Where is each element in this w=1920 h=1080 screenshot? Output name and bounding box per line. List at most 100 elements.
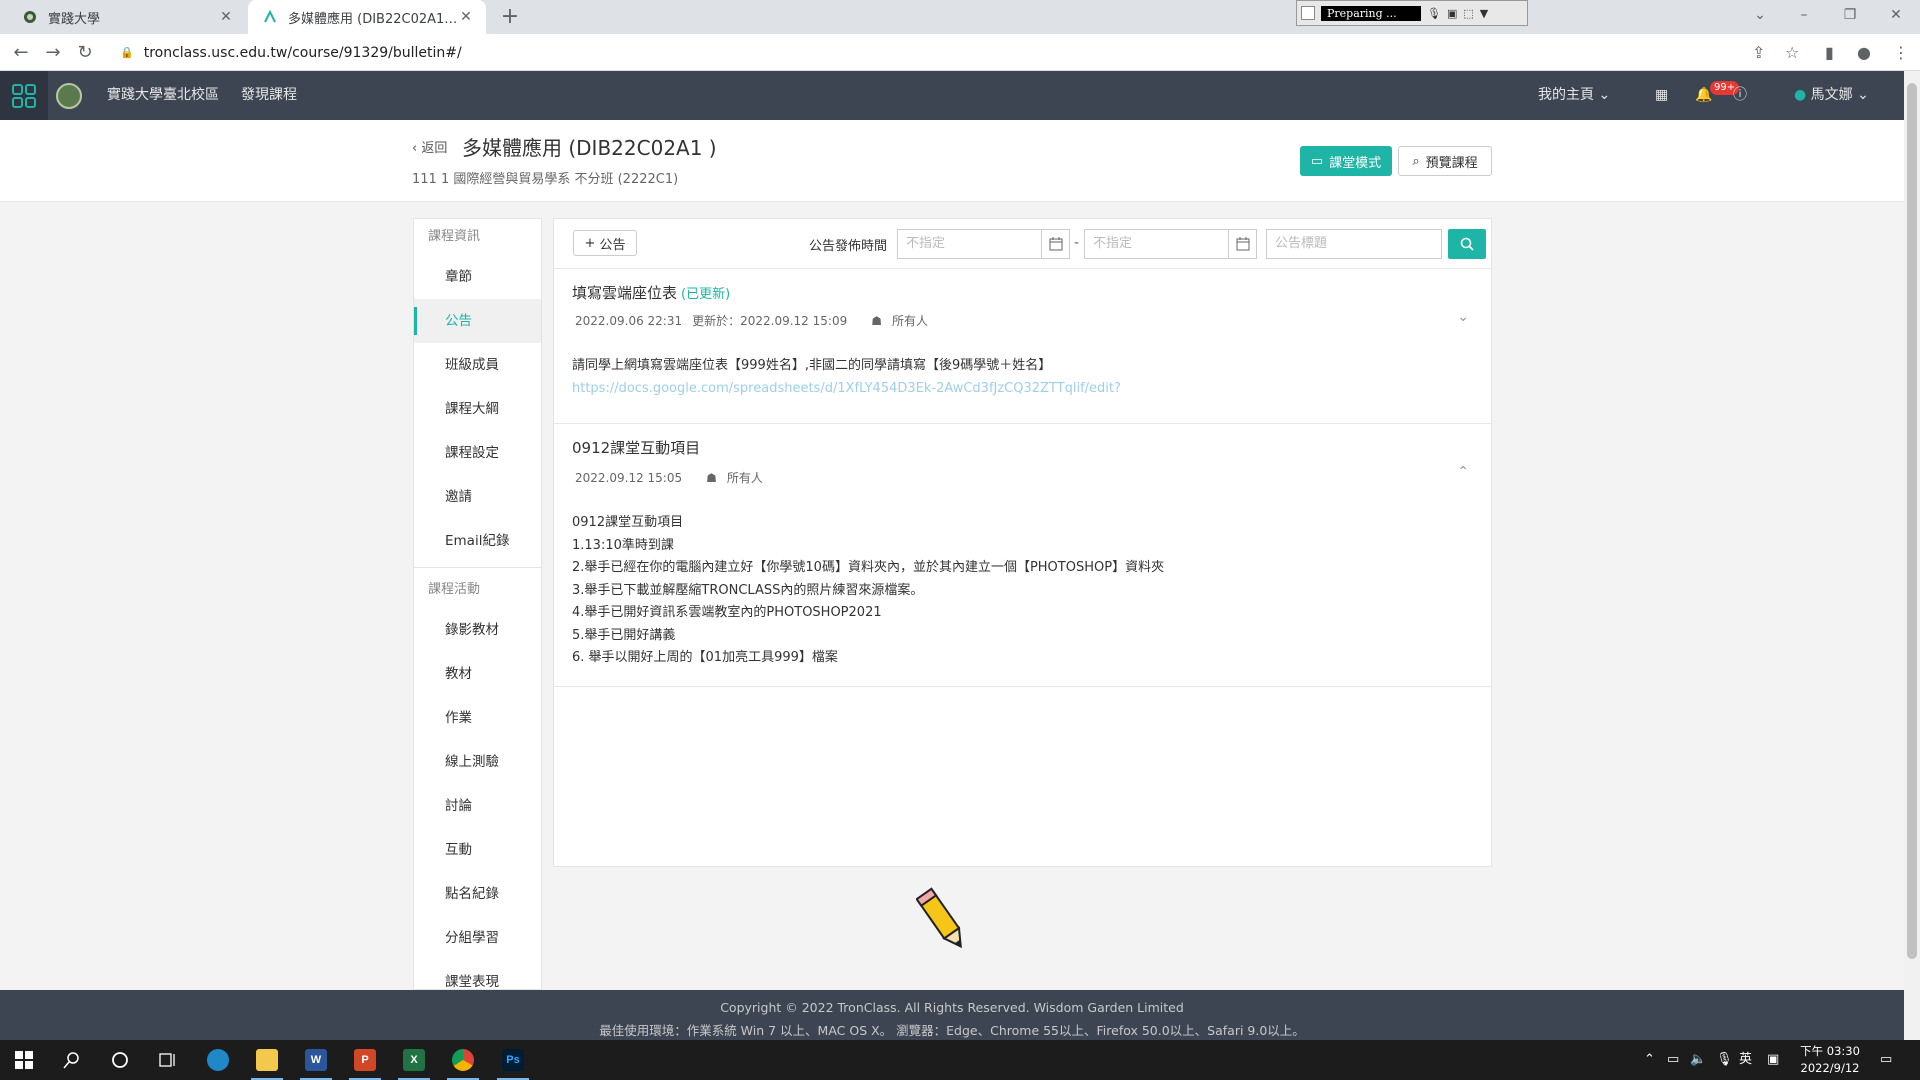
windows-start-icon[interactable] bbox=[0, 1040, 48, 1080]
notifications-icon[interactable]: ▭ bbox=[1880, 1040, 1892, 1080]
tab-title: 多媒體應用 (DIB22C02A1 ) - 實踐 bbox=[288, 11, 458, 27]
ime-mode-icon[interactable]: ▣ bbox=[1767, 1040, 1779, 1080]
bulletin-title[interactable]: 0912課堂互動項目 bbox=[572, 437, 700, 458]
sidebar-item-attendance[interactable]: 點名紀錄 bbox=[414, 872, 541, 916]
sidebar-item-materials[interactable]: 教材 bbox=[414, 652, 541, 696]
share-icon[interactable]: ⇪ bbox=[1752, 40, 1765, 66]
bulletin-meta: 2022.09.12 15:05 ☗ 所有人 bbox=[575, 469, 763, 486]
side-panel-icon[interactable]: ▮ bbox=[1825, 40, 1834, 66]
sidebar-item-quiz[interactable]: 線上測驗 bbox=[414, 740, 541, 784]
close-tab-icon[interactable]: ✕ bbox=[218, 9, 234, 25]
scrollbar-thumb[interactable] bbox=[1907, 83, 1917, 959]
course-sidebar: 課程資訊 章節 公告 班級成員 課程大綱 課程設定 邀請 Email紀錄 課程活… bbox=[413, 218, 542, 990]
sidebar-item-syllabus[interactable]: 課程大綱 bbox=[414, 387, 541, 431]
sidebar-item-interaction[interactable]: 互動 bbox=[414, 828, 541, 872]
apps-grid-icon[interactable] bbox=[0, 71, 48, 120]
preview-course-button[interactable]: ⌕ 預覽課程 bbox=[1398, 146, 1492, 176]
region-select-icon[interactable]: ⬚ bbox=[1463, 7, 1473, 20]
windows-taskbar: W P X Ps ⌃ ▭ 🔈 🎙 英 ▣ 下午 03:30 2022/9/12 … bbox=[0, 1040, 1920, 1080]
sidebar-item-email-log[interactable]: Email紀錄 bbox=[414, 519, 541, 563]
close-window-icon[interactable]: ✕ bbox=[1876, 0, 1916, 30]
my-home-menu[interactable]: 我的主頁 ⌄ bbox=[1538, 71, 1610, 120]
bell-icon[interactable]: 🔔 bbox=[1695, 71, 1712, 120]
cortana-icon[interactable] bbox=[96, 1040, 144, 1080]
tab-search-icon[interactable]: ⌄ bbox=[1740, 0, 1780, 30]
camera-off-icon[interactable]: ▣ bbox=[1447, 7, 1457, 20]
sidebar-item-homework[interactable]: 作業 bbox=[414, 696, 541, 740]
search-icon[interactable] bbox=[48, 1040, 96, 1080]
browser-tab-bar: 實踐大學 ✕ 多媒體應用 (DIB22C02A1 ) - 實踐 ✕ + Prep… bbox=[0, 0, 1920, 34]
date-range-dash: - bbox=[1074, 235, 1080, 251]
campus-link[interactable]: 實踐大學臺北校區 bbox=[107, 71, 219, 120]
search-button[interactable] bbox=[1448, 229, 1486, 259]
back-link[interactable]: ‹ 返回 bbox=[412, 137, 447, 156]
start-date-input[interactable]: 不指定 bbox=[897, 229, 1042, 259]
task-view-icon[interactable] bbox=[144, 1040, 192, 1080]
chevron-up-icon[interactable]: ⌃ bbox=[1457, 464, 1469, 480]
calendar-icon[interactable] bbox=[1042, 229, 1070, 259]
sidebar-item-videos[interactable]: 錄影教材 bbox=[414, 608, 541, 652]
browser-tab[interactable]: 實踐大學 ✕ bbox=[8, 0, 246, 34]
back-arrow-icon[interactable]: ← bbox=[8, 40, 34, 66]
bookmark-star-icon[interactable]: ☆ bbox=[1785, 40, 1799, 66]
microphone-icon[interactable]: 🎙 bbox=[1427, 7, 1441, 20]
sidebar-item-members[interactable]: 班級成員 bbox=[414, 343, 541, 387]
tray-expand-icon[interactable]: ⌃ bbox=[1644, 1040, 1655, 1080]
pencil-cursor-icon bbox=[916, 887, 962, 949]
sidebar-item-settings[interactable]: 課程設定 bbox=[414, 431, 541, 475]
new-tab-button[interactable]: + bbox=[497, 4, 523, 30]
browser-tab-active[interactable]: 多媒體應用 (DIB22C02A1 ) - 實踐 ✕ bbox=[248, 0, 486, 34]
profile-icon[interactable]: ● bbox=[1857, 40, 1871, 66]
input-method[interactable]: 英 bbox=[1739, 1040, 1752, 1080]
bulletin-title-search-input[interactable]: 公告標題 bbox=[1266, 229, 1442, 259]
sidebar-item-chapters[interactable]: 章節 bbox=[414, 255, 541, 299]
powerpoint-icon[interactable]: P bbox=[341, 1040, 389, 1080]
sidebar-item-bulletin[interactable]: 公告 bbox=[414, 299, 541, 343]
system-clock[interactable]: 下午 03:30 2022/9/12 bbox=[1788, 1043, 1872, 1077]
bulletin-link[interactable]: https://docs.google.com/spreadsheets/d/1… bbox=[572, 378, 1121, 401]
sidebar-item-performance[interactable]: 課堂表現 bbox=[414, 960, 541, 989]
restore-icon[interactable]: ❐ bbox=[1830, 0, 1870, 30]
minimize-icon[interactable]: – bbox=[1784, 0, 1824, 30]
calendar-icon[interactable]: ▦ bbox=[1655, 71, 1668, 120]
tronclass-favicon-icon bbox=[262, 9, 278, 25]
word-icon[interactable]: W bbox=[292, 1040, 340, 1080]
chrome-icon[interactable] bbox=[439, 1040, 487, 1080]
photoshop-icon[interactable]: Ps bbox=[489, 1040, 537, 1080]
audience-icon: ☗ bbox=[871, 313, 882, 328]
page-scrollbar[interactable] bbox=[1904, 71, 1920, 1040]
browser-menu-icon[interactable]: ⋮ bbox=[1893, 40, 1909, 66]
sidebar-item-groups[interactable]: 分組學習 bbox=[414, 916, 541, 960]
excel-icon[interactable]: X bbox=[390, 1040, 438, 1080]
close-tab-icon[interactable]: ✕ bbox=[458, 9, 474, 25]
discover-courses-link[interactable]: 發現課程 bbox=[241, 71, 297, 120]
user-menu[interactable]: ● 馬文娜 ⌄ bbox=[1794, 71, 1869, 120]
screen-recorder-widget[interactable]: Preparing ... 🎙 ▣ ⬚ ▼ bbox=[1296, 0, 1528, 26]
url-field[interactable]: 🔒 tronclass.usc.edu.tw/course/91329/bull… bbox=[108, 38, 1748, 67]
bulletin-title[interactable]: 填寫雲端座位表 (已更新) bbox=[572, 282, 730, 303]
edge-icon[interactable] bbox=[194, 1040, 242, 1080]
help-icon[interactable]: ⓘ bbox=[1733, 71, 1747, 120]
dropdown-icon[interactable]: ▼ bbox=[1480, 7, 1488, 20]
class-mode-button[interactable]: ▭ 課堂模式 bbox=[1300, 146, 1392, 176]
end-date-input[interactable]: 不指定 bbox=[1084, 229, 1229, 259]
forward-arrow-icon[interactable]: → bbox=[40, 40, 66, 66]
user-avatar-icon: ● bbox=[1794, 87, 1807, 103]
bulletin-item: 0912課堂互動項目 2022.09.12 15:05 ☗ 所有人 ⌃ 0912課… bbox=[554, 424, 1491, 687]
calendar-icon[interactable] bbox=[1229, 229, 1257, 259]
add-bulletin-button[interactable]: + 公告 bbox=[573, 230, 637, 256]
sidebar-item-invite[interactable]: 邀請 bbox=[414, 475, 541, 519]
chevron-down-icon[interactable]: ⌄ bbox=[1457, 309, 1469, 325]
reload-icon[interactable]: ↻ bbox=[72, 40, 98, 66]
microphone-icon[interactable]: 🎙 bbox=[1716, 1040, 1733, 1080]
tab-title: 實踐大學 bbox=[48, 11, 101, 27]
created-time: 2022.09.06 22:31 bbox=[575, 313, 683, 328]
sidebar-item-discussion[interactable]: 討論 bbox=[414, 784, 541, 828]
network-icon[interactable]: ▭ bbox=[1667, 1040, 1679, 1080]
updated-tag: (已更新) bbox=[681, 287, 731, 302]
bulletin-meta: 2022.09.06 22:31 更新於：2022.09.12 15:09 ☗ 所… bbox=[575, 312, 928, 329]
recorder-stop-icon[interactable] bbox=[1301, 6, 1315, 20]
file-explorer-icon[interactable] bbox=[243, 1040, 291, 1080]
school-logo[interactable] bbox=[56, 83, 82, 109]
volume-icon[interactable]: 🔈 bbox=[1690, 1040, 1706, 1080]
